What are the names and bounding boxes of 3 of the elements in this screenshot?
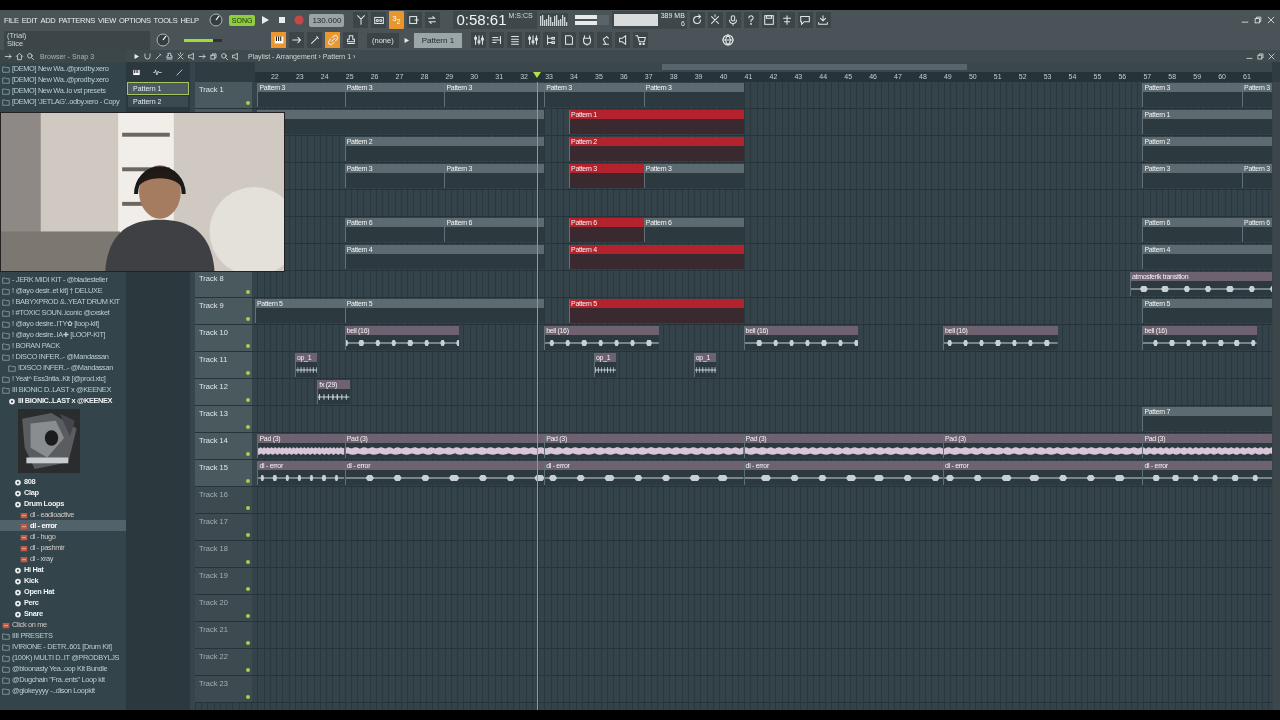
tempo-field[interactable]: 130.000 bbox=[309, 13, 345, 27]
time-display: 0:58:61 bbox=[456, 11, 507, 29]
pattern-selector[interactable]: Pattern 1 bbox=[413, 32, 463, 48]
